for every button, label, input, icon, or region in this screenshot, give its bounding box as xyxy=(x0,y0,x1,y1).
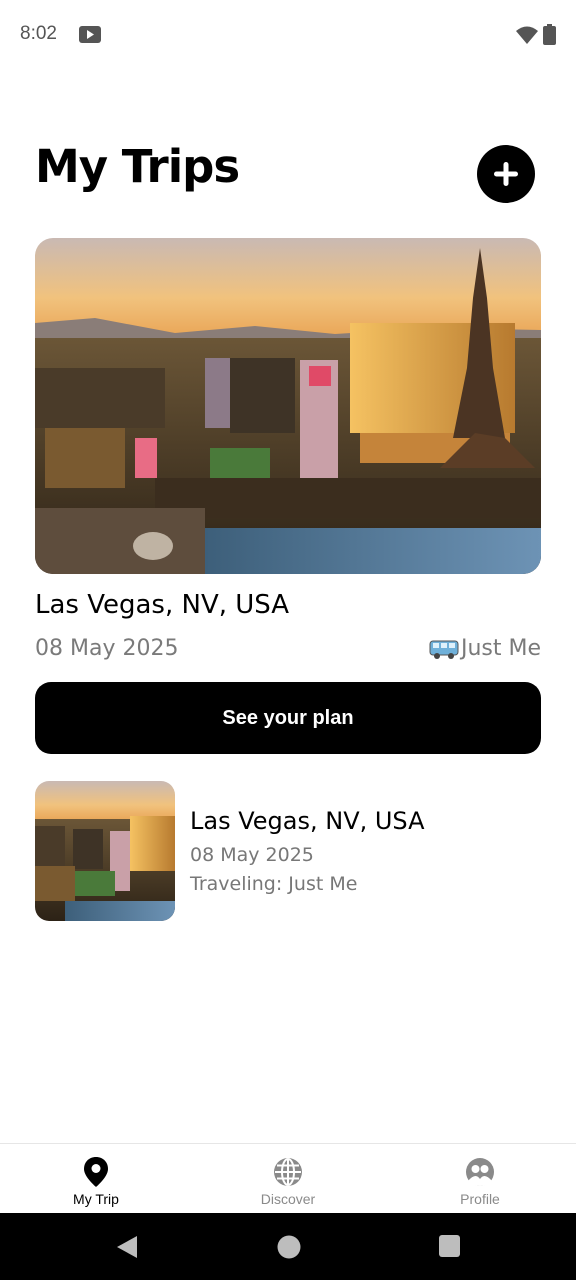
plus-icon xyxy=(494,162,518,186)
nav-label-profile: Profile xyxy=(460,1191,500,1207)
las-vegas-thumbnail-image xyxy=(35,781,175,921)
location-pin-icon xyxy=(84,1157,108,1187)
nav-item-profile[interactable]: Profile xyxy=(384,1144,576,1214)
trip-date: 08 May 2025 xyxy=(190,844,314,866)
battery-icon xyxy=(543,24,556,45)
page-title: My Trips xyxy=(35,140,240,193)
status-time: 8:02 xyxy=(20,23,57,44)
add-trip-button[interactable] xyxy=(477,145,535,203)
system-navigation-bar xyxy=(0,1213,576,1280)
nav-item-my-trip[interactable]: My Trip xyxy=(0,1144,192,1214)
see-your-plan-button[interactable]: See your plan xyxy=(35,682,541,754)
featured-trip-traveler: Just Me xyxy=(429,636,541,661)
trip-cover-image[interactable] xyxy=(35,238,541,574)
traveler-label: Just Me xyxy=(460,636,541,661)
people-icon xyxy=(466,1158,494,1186)
globe-icon xyxy=(274,1158,302,1186)
nav-label-my-trip: My Trip xyxy=(73,1191,119,1207)
nav-item-discover[interactable]: Discover xyxy=(192,1144,384,1214)
list-item[interactable]: Las Vegas, NV, USA 08 May 2025 Traveling… xyxy=(35,781,541,921)
featured-trip-destination: Las Vegas, NV, USA xyxy=(35,590,290,620)
trip-thumbnail-image xyxy=(35,781,175,921)
youtube-notification-icon xyxy=(79,26,101,43)
bottom-navigation: My Trip Discover Profile xyxy=(0,1143,576,1214)
status-bar: 8:02 xyxy=(0,0,576,70)
trip-traveler: Traveling: Just Me xyxy=(190,873,358,895)
nav-label-discover: Discover xyxy=(260,1191,316,1207)
las-vegas-skyline-image xyxy=(35,238,541,574)
back-icon[interactable] xyxy=(116,1235,138,1259)
recents-icon[interactable] xyxy=(439,1235,460,1257)
featured-trip-date: 08 May 2025 xyxy=(35,636,179,661)
wifi-icon xyxy=(516,26,538,44)
bus-icon xyxy=(429,640,459,659)
trip-destination: Las Vegas, NV, USA xyxy=(190,807,425,835)
home-icon[interactable] xyxy=(277,1235,301,1259)
